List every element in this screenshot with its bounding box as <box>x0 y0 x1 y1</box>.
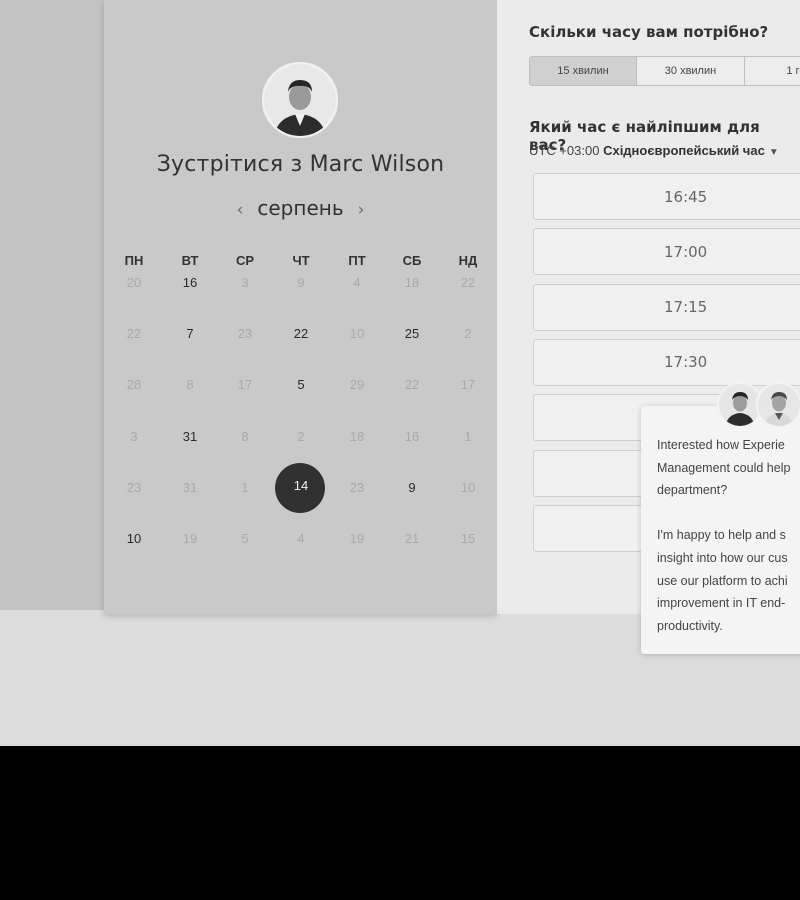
calendar-day: 4 <box>297 531 305 546</box>
calendar-day: 1 <box>241 480 249 495</box>
calendar-week: 10 19 5 4 19 21 15 <box>104 531 497 551</box>
calendar-day: 18 <box>404 275 420 290</box>
duration-selector: 15 хвилин30 хвилин1 год <box>529 56 800 86</box>
calendar-week: 22 7 23 22 10 25 2 <box>104 326 497 346</box>
calendar-day: 19 <box>182 531 198 546</box>
calendar-day: 17 <box>460 377 476 392</box>
tz-name: Східноєвропейський час <box>603 143 765 158</box>
tz-offset: UTC +03:00 <box>529 143 600 158</box>
host-avatar <box>262 62 338 138</box>
calendar-week: 3 31 8 2 18 16 1 <box>104 429 497 449</box>
calendar-day: 3 <box>130 429 138 444</box>
calendar-day: 23 <box>126 480 142 495</box>
prev-month-chevron-icon[interactable]: ‹ <box>223 200 258 220</box>
duration-option[interactable]: 30 хвилин <box>637 57 745 85</box>
calendar-day[interactable]: 10 <box>114 531 154 546</box>
calendar-day: 21 <box>404 531 420 546</box>
calendar-day: 18 <box>349 429 365 444</box>
weekday-label: НД <box>458 253 478 268</box>
calendar-week: 20 16 3 9 4 18 22 <box>104 275 497 295</box>
month-label: серпень <box>257 196 344 220</box>
calendar-day[interactable]: 7 <box>170 326 210 341</box>
duration-question: Скільки часу вам потрібно? <box>529 23 769 41</box>
weekday-label: ВТ <box>181 253 199 268</box>
duration-option[interactable]: 15 хвилин <box>530 57 637 85</box>
calendar-day: 4 <box>353 275 361 290</box>
weekday-label: СБ <box>402 253 422 268</box>
calendar-day: 23 <box>237 326 253 341</box>
left-backdrop <box>0 0 104 610</box>
calendar-day[interactable]: 16 <box>170 275 210 290</box>
weekday-label: СР <box>235 253 255 268</box>
calendar-day[interactable]: 31 <box>170 429 210 444</box>
calendar-day: 10 <box>460 480 476 495</box>
calendar-day: 19 <box>349 531 365 546</box>
calendar-day: 8 <box>241 429 249 444</box>
time-slot-button[interactable]: 16:45 <box>533 173 800 220</box>
time-slot-button[interactable]: 17:00 <box>533 228 800 276</box>
calendar-day: 3 <box>241 275 249 290</box>
timezone-selector[interactable]: UTC +03:00 Східноєвропейський час ▼ <box>529 143 779 158</box>
calendar-day: 23 <box>349 480 365 495</box>
meeting-title: Зустрітися з Marc Wilson <box>156 152 445 177</box>
duration-option[interactable]: 1 год <box>745 57 800 85</box>
calendar-day: 8 <box>186 377 194 392</box>
weekday-label: ЧТ <box>292 253 310 268</box>
calendar-week: 28 8 17 5 29 22 17 <box>104 377 497 397</box>
weekday-header: ПН ВТ СР ЧТ ПТ СБ НД <box>104 253 497 273</box>
page-background: Зустрітися з Marc Wilson ‹ серпень › ПН ВТ С… <box>0 0 800 746</box>
calendar-day: 17 <box>237 377 253 392</box>
calendar-day: 29 <box>349 377 365 392</box>
weekday-label: ПН <box>124 253 144 268</box>
calendar-day: 31 <box>182 480 198 495</box>
calendar-day: 1 <box>464 429 472 444</box>
calendar-day[interactable]: 5 <box>281 377 321 392</box>
weekday-label: ПТ <box>348 253 366 268</box>
calendar-day: 5 <box>241 531 249 546</box>
calendar-day: 10 <box>349 326 365 341</box>
calendar-day: 2 <box>464 326 472 341</box>
calendar-day[interactable]: 22 <box>281 326 321 341</box>
calendar-day: 16 <box>404 429 420 444</box>
chat-message: Interested how Experie Management could … <box>657 438 791 633</box>
calendar-day: 20 <box>126 275 142 290</box>
calendar-day: 22 <box>126 326 142 341</box>
chat-popup[interactable]: Interested how Experie Management could … <box>641 406 800 654</box>
time-slot-button[interactable]: 17:30 <box>533 338 800 386</box>
time-slot-button[interactable]: 17:15 <box>533 283 800 331</box>
calendar-day: 22 <box>404 377 420 392</box>
month-navigation: ‹ серпень › <box>104 196 497 220</box>
black-overscroll-area <box>0 746 800 900</box>
chat-agent-avatar-2 <box>756 382 800 428</box>
selected-calendar-day[interactable]: 14 <box>281 478 321 493</box>
calendar-panel: Зустрітися з Marc Wilson ‹ серпень › ПН ВТ С… <box>104 0 497 614</box>
calendar-day: 28 <box>126 377 142 392</box>
calendar-day: 22 <box>460 275 476 290</box>
calendar-day[interactable]: 9 <box>392 480 432 495</box>
calendar-day[interactable]: 25 <box>392 326 432 341</box>
calendar-day: 15 <box>460 531 476 546</box>
calendar-day: 2 <box>297 429 305 444</box>
next-month-chevron-icon[interactable]: › <box>344 200 379 220</box>
calendar-week: 23 31 1 14 23 9 10 <box>104 478 497 500</box>
calendar-day: 9 <box>297 275 305 290</box>
caret-down-icon: ▼ <box>768 147 779 158</box>
